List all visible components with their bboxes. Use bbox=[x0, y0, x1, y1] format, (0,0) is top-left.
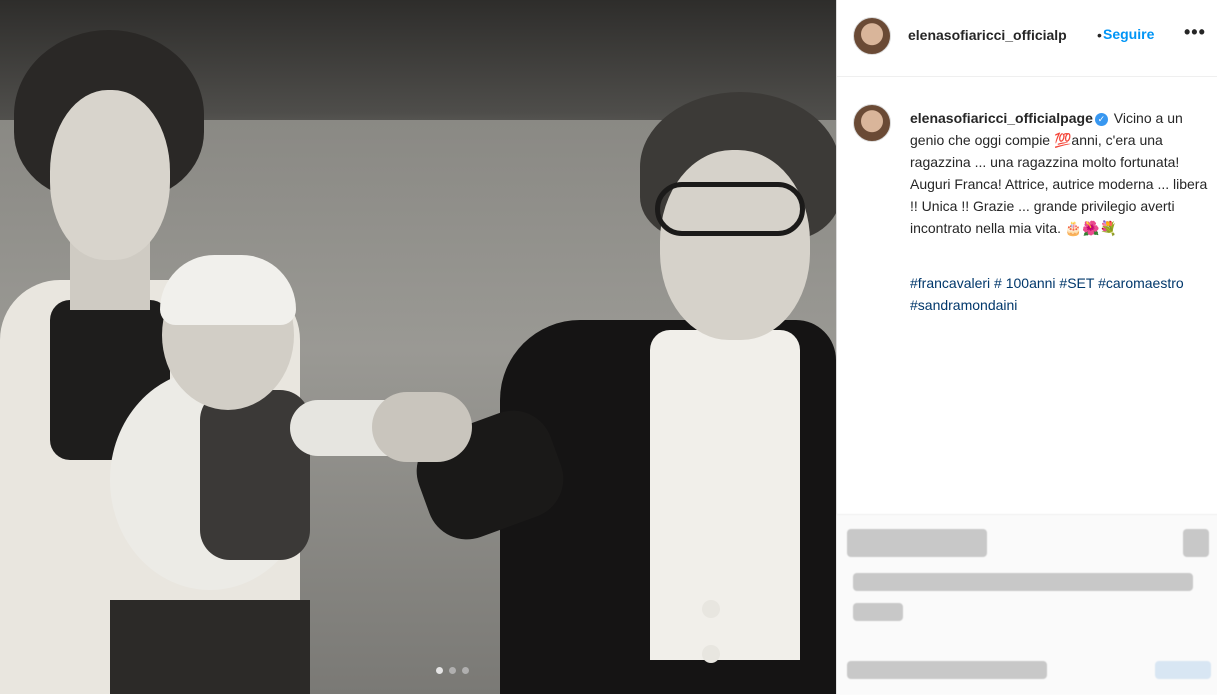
woman-left-face bbox=[50, 90, 170, 260]
more-options-icon[interactable]: ••• bbox=[1184, 22, 1206, 43]
caption-text: elenasofiaricci_officialpage ✓ Vicino a u… bbox=[910, 107, 1210, 239]
hashtags[interactable]: #francavaleri # 100anni #SET #caromaestr… bbox=[910, 272, 1210, 316]
blurred-save-icon bbox=[1183, 529, 1209, 557]
glasses bbox=[655, 182, 805, 236]
blurred-post-button bbox=[1155, 661, 1211, 679]
avatar[interactable] bbox=[853, 17, 891, 55]
caption-username[interactable]: elenasofiaricci_officialpage bbox=[910, 110, 1093, 126]
carousel-indicator bbox=[436, 667, 469, 674]
blurred-likes bbox=[853, 573, 1193, 591]
jacket-button bbox=[702, 645, 720, 663]
blurred-comment-input bbox=[847, 661, 1047, 679]
separator-dot: • bbox=[1097, 27, 1102, 43]
post-header: elenasofiaricci_officialp • Seguire ••• bbox=[837, 0, 1217, 77]
header-username[interactable]: elenasofiaricci_officialp bbox=[908, 27, 1067, 43]
blurred-action-icons bbox=[847, 529, 987, 557]
blurred-date bbox=[853, 603, 903, 621]
carousel-dot bbox=[449, 667, 456, 674]
jacket-button bbox=[702, 600, 720, 618]
baby-pants bbox=[110, 600, 310, 694]
post-sidebar: elenasofiaricci_officialp • Seguire ••• … bbox=[836, 0, 1217, 695]
woman-right-face bbox=[660, 150, 810, 340]
follow-button[interactable]: Seguire bbox=[1103, 26, 1154, 42]
holding-hands bbox=[372, 392, 472, 462]
post-photo[interactable] bbox=[0, 0, 836, 694]
carousel-dot bbox=[462, 667, 469, 674]
blurred-actions-area bbox=[837, 514, 1217, 695]
verified-badge-icon: ✓ bbox=[1094, 113, 1108, 126]
carousel-dot-active bbox=[436, 667, 443, 674]
avatar[interactable] bbox=[853, 104, 891, 142]
woman-right-blouse bbox=[650, 330, 800, 660]
caption-body: Vicino a un genio che oggi compie 💯anni,… bbox=[910, 110, 1208, 236]
